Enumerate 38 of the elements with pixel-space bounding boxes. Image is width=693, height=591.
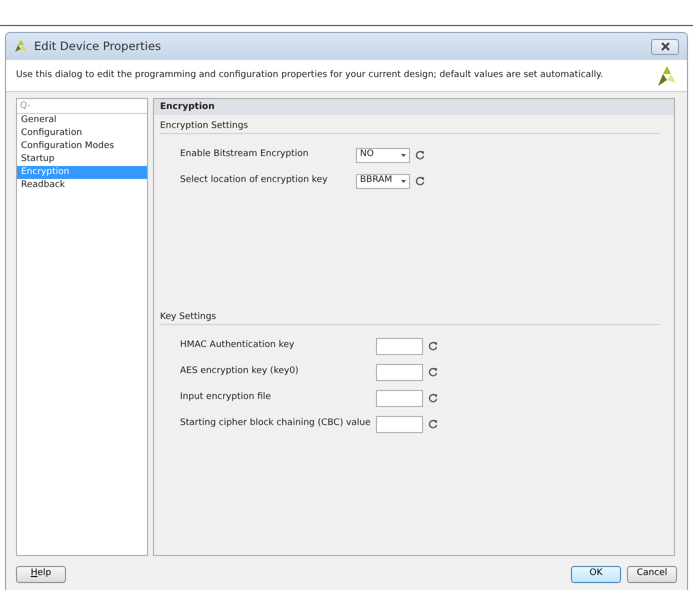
refresh-icon[interactable] bbox=[428, 393, 438, 403]
logo-icon bbox=[14, 40, 28, 53]
refresh-icon[interactable] bbox=[428, 367, 438, 377]
sidebar-item[interactable]: Configuration bbox=[17, 127, 147, 140]
field-label: Select location of encryption key bbox=[180, 174, 329, 188]
input-field[interactable] bbox=[376, 364, 423, 380]
sidebar-item[interactable]: Startup bbox=[17, 153, 147, 166]
dropdown[interactable]: NO bbox=[356, 148, 410, 162]
refresh-icon[interactable] bbox=[428, 419, 438, 429]
section-heading: Encryption Settings bbox=[160, 119, 660, 134]
panel-header: Encryption bbox=[154, 99, 674, 115]
sidebar-item[interactable]: Configuration Modes bbox=[17, 140, 147, 153]
section-heading: Key Settings bbox=[160, 310, 660, 325]
input-field[interactable] bbox=[376, 416, 423, 432]
field-label: AES encryption key (key0) bbox=[180, 365, 300, 378]
caret-icon bbox=[401, 180, 406, 182]
refresh-icon[interactable] bbox=[415, 150, 425, 160]
input-field[interactable] bbox=[376, 390, 423, 406]
window-title: Edit Device Properties bbox=[34, 38, 162, 55]
field-label: Starting cipher block chaining (CBC) value bbox=[180, 417, 372, 430]
sidebar-item[interactable]: Readback bbox=[17, 179, 147, 192]
search-field[interactable]: Q- bbox=[17, 99, 147, 114]
cancel-button[interactable]: Cancel bbox=[627, 566, 677, 582]
field-label: HMAC Authentication key bbox=[180, 339, 296, 352]
field-label: Input encryption file bbox=[180, 391, 272, 404]
close-icon bbox=[660, 42, 670, 51]
dropdown[interactable]: BBRAM bbox=[356, 174, 410, 188]
caret-icon bbox=[401, 154, 406, 156]
description-text: Use this dialog to edit the programming and configuration properties for your current design; default values are set automatically. bbox=[16, 68, 604, 82]
field-label: Enable Bitstream Encryption bbox=[180, 148, 310, 162]
sidebar-item[interactable]: General bbox=[17, 114, 147, 127]
close-button[interactable] bbox=[651, 38, 679, 54]
ok-button[interactable]: OK bbox=[571, 566, 621, 582]
logo-icon bbox=[655, 64, 677, 86]
help-button[interactable]: Help bbox=[16, 566, 66, 582]
input-field[interactable] bbox=[376, 338, 423, 354]
refresh-icon[interactable] bbox=[415, 176, 425, 186]
refresh-icon[interactable] bbox=[428, 341, 438, 351]
